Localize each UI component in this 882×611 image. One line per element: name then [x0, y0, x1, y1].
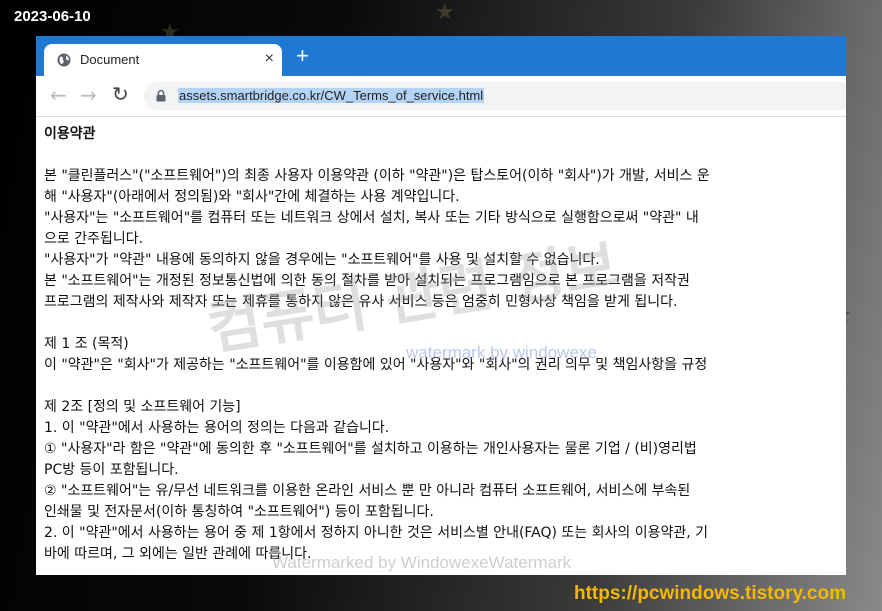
text-line: 1. 이 "약관"에서 사용하는 용어의 정의는 다음과 같습니다. [44, 420, 390, 436]
text-line: 본 "클린플러스"("소프트웨어")의 최종 사용자 이용약관 (이하 "약관"… [44, 168, 710, 184]
text-line: "사용자"가 "약관" 내용에 동의하지 않을 경우에는 "소프트웨어"를 사용… [44, 252, 600, 268]
text-line: "사용자"는 "소프트웨어"를 컴퓨터 또는 네트워크 상에서 설치, 복사 또… [44, 210, 699, 226]
star-decoration: ★ [435, 0, 455, 25]
date-label: 2023-06-10 [14, 8, 91, 25]
tab-title: Document [80, 52, 140, 67]
text-line: ② "소프트웨어"는 유/무선 네트워크를 이용한 온라인 서비스 뿐 만 아니… [44, 483, 691, 499]
text-line: 제 2조 [정의 및 소프트웨어 기능] [44, 399, 241, 415]
url-text[interactable]: assets.smartbridge.co.kr/CW_Terms_of_ser… [178, 88, 485, 103]
page-heading: 이용약관 [44, 126, 96, 142]
text-line: 2. 이 "약관"에서 사용하는 용어 중 제 1항에서 정하지 아니한 것은 … [44, 525, 709, 541]
forward-arrow-icon[interactable]: → [80, 85, 97, 105]
text-line: 으로 간주됩니다. [44, 231, 144, 247]
text-line: 본 "소프트웨어"는 개정된 정보통신법에 의한 동의 절차를 받아 설치되는 … [44, 273, 690, 289]
text-line: 해 "사용자"(아래에서 정의됨)와 "회사"간에 체결하는 사용 계약입니다. [44, 189, 460, 205]
watermark-bottom: Watermarked by WindowexeWatermark [272, 553, 572, 572]
tab-document[interactable]: Document × [44, 44, 282, 76]
lock-icon[interactable] [156, 89, 166, 102]
tab-bar: Document × + [36, 36, 846, 76]
text-line: ① "사용자"라 함은 "약관"에 동의한 후 "소프트웨어"를 설치하고 이용… [44, 441, 697, 457]
reload-icon[interactable]: ↻ [112, 84, 129, 104]
address-bar[interactable]: assets.smartbridge.co.kr/CW_Terms_of_ser… [144, 82, 846, 110]
site-url-label: https://pcwindows.tistory.com [574, 583, 846, 604]
text-line: PC방 등이 포함됩니다. [44, 462, 179, 478]
back-arrow-icon[interactable]: ← [50, 85, 67, 105]
text-line: 프로그램의 제작사와 제작자 또는 제휴를 통하지 않은 유사 서비스 등은 엄… [44, 294, 678, 310]
text-line: 인쇄물 및 전자문서(이하 통칭하여 "소프트웨어") 등이 포함됩니다. [44, 504, 434, 520]
browser-toolbar: ← → ↻ assets.smartbridge.co.kr/CW_Terms_… [36, 76, 846, 117]
watermark-small: watermark by windowexe [406, 343, 597, 362]
globe-icon [57, 53, 71, 67]
new-tab-button[interactable]: + [296, 43, 309, 69]
browser-window: Document × + ← → ↻ assets.smartbridge.co… [36, 36, 846, 575]
tab-close-button[interactable]: × [265, 50, 274, 68]
